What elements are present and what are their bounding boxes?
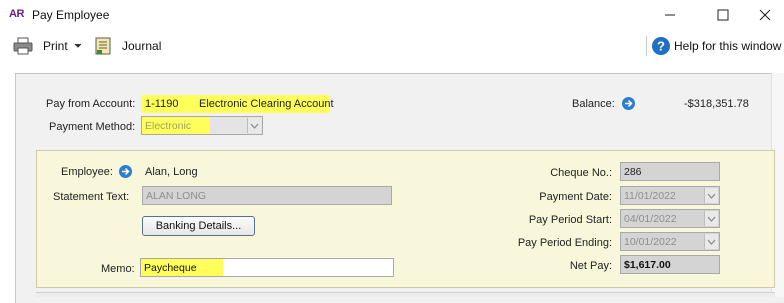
balance-arrow-icon[interactable] (622, 97, 635, 110)
pay-period-start-field[interactable]: 04/01/2022 (620, 209, 720, 228)
net-pay-label: Net Pay: (569, 260, 612, 272)
help-button[interactable]: ? Help for this window (651, 35, 781, 57)
arrow-right-icon (122, 167, 130, 176)
banking-details-button[interactable]: Banking Details... (142, 216, 255, 236)
bottom-panel-edge (36, 292, 775, 297)
pay-period-ending-label: Pay Period Ending: (517, 237, 612, 249)
payment-date-field[interactable]: 11/01/2022 (620, 186, 720, 205)
payment-method-select[interactable]: Electronic (141, 116, 263, 135)
account-name: Electronic Clearing Account (199, 98, 334, 110)
print-label: Print (43, 39, 68, 53)
maximize-button[interactable] (700, 0, 746, 30)
title-bar: AR Pay Employee (0, 0, 784, 30)
payment-method-value: Electronic (145, 120, 192, 132)
help-icon: ? (652, 37, 670, 55)
pay-period-start-label: Pay Period Start: (528, 214, 612, 226)
cheque-no-field[interactable]: 286 (620, 162, 720, 181)
pay-from-account-field[interactable]: 1-1190 Electronic Clearing Account (141, 95, 334, 113)
pay-period-ending-field[interactable]: 10/01/2022 (620, 232, 720, 251)
arrow-right-icon (625, 99, 633, 108)
journal-icon (95, 37, 111, 55)
cheque-no-label: Cheque No.: (550, 167, 612, 179)
window-title: Pay Employee (32, 8, 110, 22)
print-button[interactable]: Print (13, 35, 82, 57)
printer-icon (13, 37, 33, 55)
chevron-down-icon (74, 43, 82, 48)
statement-text-value: ALAN LONG (146, 190, 207, 202)
pay-period-start-dropdown[interactable] (704, 211, 718, 226)
minimize-button[interactable] (647, 0, 693, 30)
chevron-down-icon (707, 216, 716, 222)
memo-label: Memo: (101, 263, 135, 275)
account-number: 1-1190 (145, 98, 179, 110)
payment-method-dropdown[interactable] (247, 118, 261, 133)
statement-text-label: Statement Text: (53, 191, 130, 203)
close-icon (759, 9, 771, 21)
toolbar: Print Journal ? Help for this window (0, 30, 784, 62)
balance-value: -$318,351.78 (684, 98, 749, 110)
chevron-down-icon (250, 123, 259, 129)
balance-label: Balance: (572, 98, 615, 110)
journal-label: Journal (122, 39, 162, 53)
chevron-down-icon (707, 239, 716, 245)
payment-method-label: Payment Method: (49, 121, 136, 133)
payment-date-dropdown[interactable] (704, 188, 718, 203)
chevron-down-icon (707, 193, 716, 199)
cheque-no-value: 286 (624, 166, 642, 178)
net-pay-field: $1,617.00 (620, 255, 720, 274)
minimize-icon (665, 14, 675, 16)
employee-arrow-icon[interactable] (119, 165, 132, 178)
statement-text-field[interactable]: ALAN LONG (142, 186, 392, 205)
net-pay-value: $1,617.00 (624, 259, 671, 271)
payment-date-value: 11/01/2022 (624, 190, 676, 202)
help-label: Help for this window (674, 39, 782, 53)
pay-period-ending-value: 10/01/2022 (624, 236, 677, 248)
toolbar-separator (646, 36, 647, 56)
employee-label: Employee: (61, 166, 113, 178)
app-logo: AR (9, 8, 24, 20)
pay-from-account-label: Pay from Account: (46, 98, 136, 110)
payment-date-label: Payment Date: (539, 191, 612, 203)
svg-text:?: ? (657, 39, 665, 54)
close-button[interactable] (746, 0, 784, 30)
employee-value: Alan, Long (145, 166, 198, 178)
memo-field[interactable]: Paycheque (140, 258, 394, 277)
journal-button[interactable]: Journal (94, 35, 161, 57)
pay-period-start-value: 04/01/2022 (624, 213, 677, 225)
maximize-icon (717, 9, 729, 21)
pay-period-ending-dropdown[interactable] (704, 234, 718, 249)
memo-value: Paycheque (144, 262, 197, 274)
